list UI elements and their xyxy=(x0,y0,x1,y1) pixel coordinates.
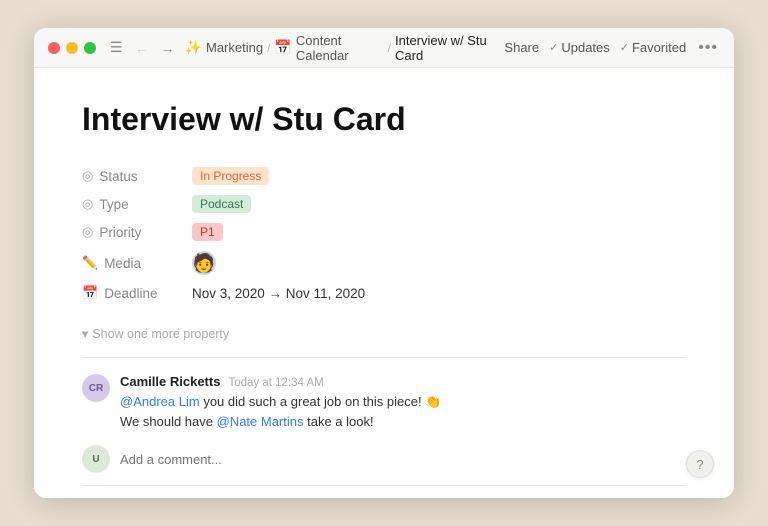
property-status: ◎ Status In Progress xyxy=(82,162,686,190)
favorited-label: Favorited xyxy=(632,40,686,55)
type-icon: ◎ xyxy=(82,196,93,212)
nav-buttons: ☰ ← → xyxy=(106,37,179,58)
media-label: ✏️ Media xyxy=(82,255,192,271)
deadline-icon: 📅 xyxy=(82,285,98,301)
deadline-value[interactable]: Nov 3, 2020 → Nov 11, 2020 xyxy=(192,286,365,301)
more-options-button[interactable]: ••• xyxy=(696,39,720,57)
favorited-button[interactable]: ✓ Favorited xyxy=(620,40,686,55)
titlebar: ☰ ← → ✨ Marketing / 📅 Content Calendar /… xyxy=(34,28,734,68)
priority-value[interactable]: P1 xyxy=(192,223,223,241)
divider-2 xyxy=(82,485,686,486)
comment-item: CR Camille Ricketts Today at 12:34 AM @A… xyxy=(82,374,686,431)
back-button[interactable]: ← xyxy=(131,38,153,58)
deadline-label-text: Deadline xyxy=(104,286,157,301)
current-user-avatar: U xyxy=(82,445,110,473)
updates-label: Updates xyxy=(561,40,609,55)
media-label-text: Media xyxy=(104,256,141,271)
mention-nate[interactable]: @Nate Martins xyxy=(217,414,304,429)
comment-time: Today at 12:34 AM xyxy=(228,377,323,389)
show-more-button[interactable]: ▾ Show one more property xyxy=(82,322,686,349)
breadcrumb-content-calendar[interactable]: 📅 Content Calendar xyxy=(274,33,383,63)
breadcrumb-content-calendar-label: Content Calendar xyxy=(296,33,384,63)
property-deadline: 📅 Deadline Nov 3, 2020 → Nov 11, 2020 xyxy=(82,280,686,306)
deadline-label: 📅 Deadline xyxy=(82,285,192,301)
property-priority: ◎ Priority P1 xyxy=(82,218,686,246)
breadcrumb-marketing-label: Marketing xyxy=(206,40,263,55)
type-label-text: Type xyxy=(99,197,128,212)
comment-header: Camille Ricketts Today at 12:34 AM xyxy=(120,374,686,389)
status-badge: In Progress xyxy=(192,167,269,185)
forward-button[interactable]: → xyxy=(157,38,179,58)
comments-section: CR Camille Ricketts Today at 12:34 AM @A… xyxy=(82,374,686,473)
calendar-emoji: 📅 xyxy=(274,39,291,56)
hamburger-icon[interactable]: ☰ xyxy=(106,37,127,58)
properties-section: ◎ Status In Progress ◎ Type Podcast xyxy=(82,162,686,306)
type-label: ◎ Type xyxy=(82,196,192,212)
priority-icon: ◎ xyxy=(82,224,93,240)
breadcrumb-sep-1: / xyxy=(267,41,270,55)
titlebar-actions: Share ✓ Updates ✓ Favorited ••• xyxy=(504,39,720,57)
help-label: ? xyxy=(696,457,703,472)
priority-label-text: Priority xyxy=(99,225,141,240)
favorited-check-icon: ✓ xyxy=(620,41,629,54)
priority-badge: P1 xyxy=(192,223,223,241)
comment-input[interactable] xyxy=(120,448,686,471)
page-title: Interview w/ Stu Card xyxy=(82,100,686,138)
breadcrumb: ✨ Marketing / 📅 Content Calendar / Inter… xyxy=(185,33,505,63)
avatar: CR xyxy=(82,374,110,402)
priority-label: ◎ Priority xyxy=(82,224,192,240)
comment-author: Camille Ricketts xyxy=(120,374,220,389)
updates-check-icon: ✓ xyxy=(549,41,558,54)
status-label: ◎ Status xyxy=(82,168,192,184)
comment-body: Camille Ricketts Today at 12:34 AM @Andr… xyxy=(120,374,686,431)
add-comment-row: U xyxy=(82,445,686,473)
minimize-button[interactable] xyxy=(66,42,78,54)
breadcrumb-current-label: Interview w/ Stu Card xyxy=(395,33,504,63)
media-icon: ✏️ xyxy=(82,255,98,271)
comment-line1: you did such a great job on this piece! … xyxy=(203,394,441,409)
app-window: ☰ ← → ✨ Marketing / 📅 Content Calendar /… xyxy=(34,28,734,498)
comment-line2-prefix: We should have xyxy=(120,414,217,429)
close-button[interactable] xyxy=(48,42,60,54)
chevron-down-icon: ▾ xyxy=(82,326,88,341)
updates-button[interactable]: ✓ Updates xyxy=(549,40,610,55)
show-more-label: Show one more property xyxy=(92,327,229,341)
help-button[interactable]: ? xyxy=(686,450,714,478)
media-avatar: 🧑 xyxy=(192,251,216,275)
status-label-text: Status xyxy=(99,169,137,184)
avatar-initials: CR xyxy=(89,383,103,394)
breadcrumb-sep-2: / xyxy=(388,41,391,55)
property-media: ✏️ Media 🧑 xyxy=(82,246,686,280)
status-icon: ◎ xyxy=(82,168,93,184)
person-icon: 🧑 xyxy=(193,254,215,272)
breadcrumb-marketing[interactable]: ✨ Marketing xyxy=(185,39,264,56)
marketing-emoji: ✨ xyxy=(185,39,202,56)
mention-andrea[interactable]: @Andrea Lim xyxy=(120,394,200,409)
status-value[interactable]: In Progress xyxy=(192,167,269,185)
type-badge: Podcast xyxy=(192,195,251,213)
type-value[interactable]: Podcast xyxy=(192,195,251,213)
page-content: Interview w/ Stu Card ◎ Status In Progre… xyxy=(34,68,734,498)
property-type: ◎ Type Podcast xyxy=(82,190,686,218)
current-user-initials: U xyxy=(92,454,99,465)
comment-line2-suffix: take a look! xyxy=(307,414,374,429)
share-label: Share xyxy=(504,40,539,55)
maximize-button[interactable] xyxy=(84,42,96,54)
deadline-text: Nov 3, 2020 → Nov 11, 2020 xyxy=(192,286,365,301)
breadcrumb-current: Interview w/ Stu Card xyxy=(395,33,504,63)
share-button[interactable]: Share xyxy=(504,40,539,55)
media-value[interactable]: 🧑 xyxy=(192,251,216,275)
comment-text: @Andrea Lim you did such a great job on … xyxy=(120,392,686,431)
divider-1 xyxy=(82,357,686,358)
traffic-lights xyxy=(48,42,96,54)
